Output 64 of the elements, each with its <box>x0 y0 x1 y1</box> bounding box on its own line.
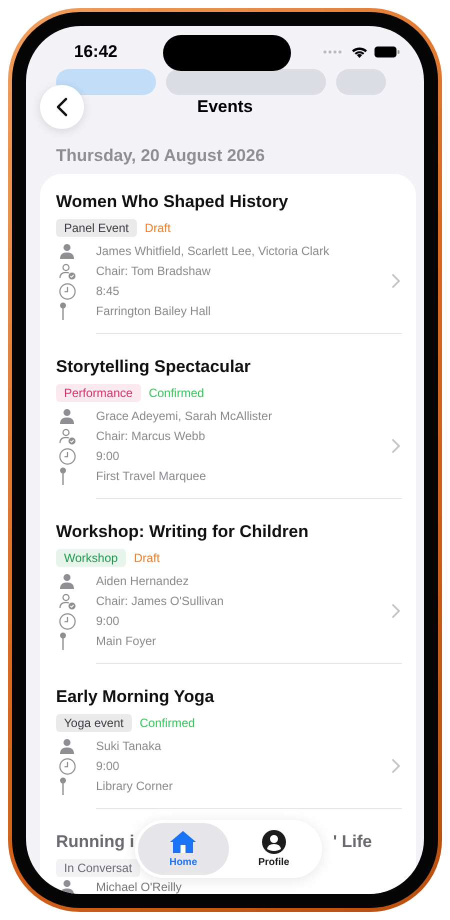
event-detail: Library Corner <box>96 779 173 793</box>
status-label: Confirmed <box>140 716 195 730</box>
status-label: Draft <box>144 221 171 235</box>
category-tag: Panel Event <box>56 219 137 237</box>
chevron-icon[interactable] <box>392 274 400 288</box>
filter-chip[interactable] <box>166 69 326 95</box>
pin-icon <box>59 777 67 795</box>
wifi-icon <box>351 46 368 58</box>
chevron-icon[interactable] <box>392 604 400 618</box>
clock-icon <box>59 282 76 300</box>
battery-icon <box>374 46 400 58</box>
event-detail: Suki Tanaka <box>96 739 162 753</box>
event-title[interactable]: ' Life <box>333 832 372 852</box>
person-check-icon <box>59 262 76 280</box>
tab-item[interactable]: Profile <box>228 823 319 875</box>
signal-icon <box>323 50 343 54</box>
person-icon <box>59 738 75 754</box>
event-title[interactable]: Running i <box>56 832 134 852</box>
event-title[interactable]: Women Who Shaped History <box>56 192 402 212</box>
pin-icon <box>59 632 67 650</box>
person-icon <box>59 243 75 259</box>
event-detail: Chair: Tom Bradshaw <box>96 264 210 278</box>
person-icon <box>59 573 75 589</box>
event-detail: Main Foyer <box>96 634 156 648</box>
back-icon <box>56 97 68 117</box>
person-check-icon <box>59 428 76 444</box>
event-title[interactable]: Storytelling Spectacular <box>56 357 402 377</box>
event-detail: 8:45 <box>96 284 120 298</box>
pin-icon <box>59 467 67 485</box>
category-tag: Workshop <box>56 549 126 567</box>
person-check-icon <box>59 592 76 610</box>
category-tag: Yoga event <box>56 714 132 732</box>
home-icon <box>169 830 198 854</box>
date-header: Thursday, 20 August 2026 <box>55 145 266 167</box>
event-detail: Grace Adeyemi, Sarah McAllister <box>96 409 272 423</box>
tab-item[interactable]: Home <box>138 823 228 875</box>
event-detail: Chair: James O'Sullivan <box>96 594 224 608</box>
event-detail: 9:00 <box>96 759 120 773</box>
back-button[interactable] <box>40 85 84 129</box>
event-detail: 9:00 <box>96 614 120 628</box>
status-time: 16:42 <box>74 42 118 62</box>
profile-icon <box>262 830 286 854</box>
pin-icon <box>59 302 67 320</box>
event-detail: Chair: Marcus Webb <box>96 429 206 443</box>
event-detail: First Travel Marquee <box>96 469 206 483</box>
chevron-icon[interactable] <box>392 439 400 453</box>
clock-icon <box>59 448 76 464</box>
category-tag: Performance <box>56 384 141 402</box>
event-detail: James Whitfield, Scarlett Lee, Victoria Clark <box>96 244 330 258</box>
event-detail: Michael O'Reilly <box>96 880 182 894</box>
clock-icon <box>59 612 76 630</box>
status-label: Draft <box>134 551 160 565</box>
clock-icon <box>59 758 76 774</box>
event-title[interactable]: Early Morning Yoga <box>56 687 402 707</box>
person-icon <box>59 879 75 894</box>
event-detail: 9:00 <box>96 449 120 463</box>
screen-title: Events <box>197 97 253 117</box>
status-label: Confirmed <box>148 386 204 400</box>
event-title[interactable]: Workshop: Writing for Children <box>56 522 402 542</box>
event-detail: Farrington Bailey Hall <box>96 304 211 318</box>
person-icon <box>59 408 75 424</box>
chevron-icon[interactable] <box>392 759 400 773</box>
event-detail: Aiden Hernandez <box>96 574 189 588</box>
category-tag: In Conversat <box>56 859 140 877</box>
